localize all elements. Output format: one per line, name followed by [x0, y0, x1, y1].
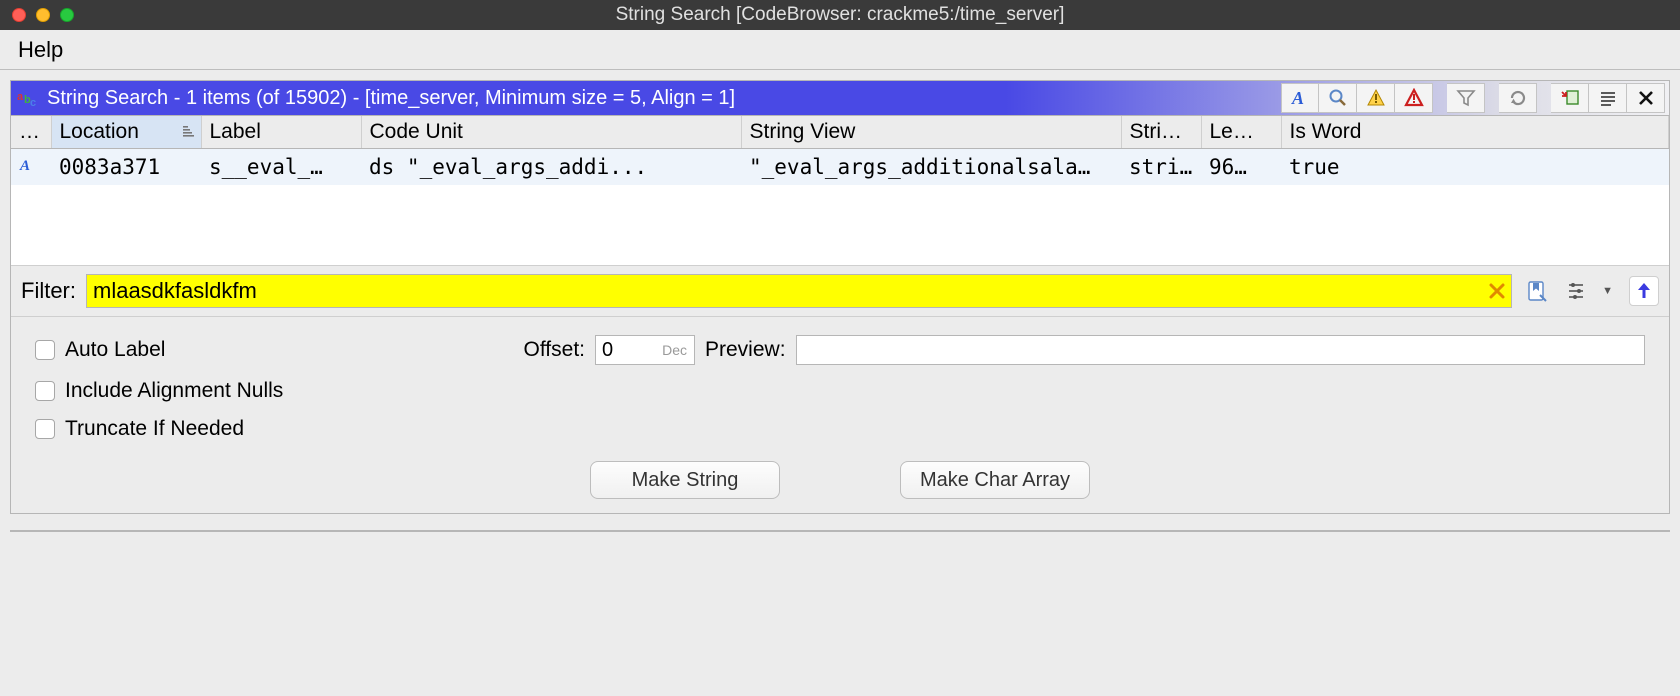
action-button-row: Make String Make Char Array	[35, 461, 1645, 499]
row-string-view: "_eval_args_additionalsala…	[741, 149, 1121, 186]
table-empty-area[interactable]	[11, 185, 1669, 265]
menubar: Help	[0, 30, 1680, 70]
svg-text:A: A	[1291, 88, 1304, 108]
toggle-font-a-icon[interactable]: A	[1281, 83, 1319, 113]
titlebar[interactable]: String Search [CodeBrowser: crackme5:/ti…	[0, 0, 1680, 30]
warning-outline-icon[interactable]	[1357, 83, 1395, 113]
clear-filter-icon[interactable]	[1488, 282, 1506, 300]
filter-label: Filter:	[21, 278, 76, 304]
close-panel-icon[interactable]	[1627, 83, 1665, 113]
filter-funnel-icon[interactable]	[1447, 83, 1485, 113]
checkbox-icon	[35, 419, 55, 439]
col-string-view[interactable]: String View	[741, 116, 1121, 149]
panel-toolbar: A	[1281, 83, 1665, 113]
col-label[interactable]: Label	[201, 116, 361, 149]
close-window-button[interactable]	[12, 8, 26, 22]
panel-header: a b c String Search - 1 items (of 15902)…	[11, 81, 1669, 115]
col-defined-icon[interactable]: …	[11, 116, 51, 149]
panel-title: String Search - 1 items (of 15902) - [ti…	[47, 87, 735, 110]
content-frame: a b c String Search - 1 items (of 15902)…	[0, 70, 1680, 696]
navigate-up-icon[interactable]	[1629, 276, 1659, 306]
ghidra-string-search-window: String Search [CodeBrowser: crackme5:/ti…	[0, 0, 1680, 696]
preview-row: Preview:	[705, 335, 1645, 365]
col-location-label: Location	[60, 120, 139, 143]
make-char-array-label: Make Char Array	[920, 469, 1070, 492]
col-code-unit[interactable]: Code Unit	[361, 116, 741, 149]
filter-options-chevron-icon[interactable]: ▼	[1602, 285, 1613, 297]
truncate-text: Truncate If Needed	[65, 417, 244, 441]
col-length[interactable]: Le…	[1201, 116, 1281, 149]
row-length: 96…	[1201, 149, 1281, 186]
row-defined-icon: A	[11, 149, 51, 186]
help-menu[interactable]: Help	[12, 33, 69, 67]
row-location: 0083a371	[51, 149, 201, 186]
make-string-label: Make String	[632, 469, 739, 492]
offset-mode-label[interactable]: Dec	[662, 342, 687, 358]
col-location[interactable]: Location	[51, 116, 201, 149]
make-char-array-button[interactable]: Make Char Array	[900, 461, 1090, 499]
offset-row: Offset: Dec	[465, 335, 695, 365]
lines-icon[interactable]	[1589, 83, 1627, 113]
preview-label: Preview:	[705, 338, 786, 362]
auto-label-text: Auto Label	[65, 338, 165, 362]
minimize-window-button[interactable]	[36, 8, 50, 22]
row-code-unit: ds "_eval_args_addi...	[361, 149, 741, 186]
magnifier-icon[interactable]	[1319, 83, 1357, 113]
truncate-if-needed-checkbox[interactable]: Truncate If Needed	[35, 417, 455, 441]
row-is-word: true	[1281, 149, 1669, 186]
options-panel: Auto Label Offset: Dec Preview: Include …	[11, 316, 1669, 513]
col-string-type[interactable]: Stri…	[1121, 116, 1201, 149]
row-string-type: stri…	[1121, 149, 1201, 186]
warning-filled-icon[interactable]	[1395, 83, 1433, 113]
filter-row: Filter: ▼	[11, 265, 1669, 316]
inner-panel: a b c String Search - 1 items (of 15902)…	[10, 80, 1670, 514]
results-table: … Location Label Code Unit String View S…	[11, 115, 1669, 265]
svg-text:A: A	[19, 158, 30, 173]
auto-label-checkbox[interactable]: Auto Label	[35, 335, 455, 365]
filter-history-icon[interactable]	[1522, 276, 1552, 306]
filter-input[interactable]	[86, 274, 1512, 308]
table-header-row: … Location Label Code Unit String View S…	[11, 116, 1669, 149]
selection-icon[interactable]	[1551, 83, 1589, 113]
zoom-window-button[interactable]	[60, 8, 74, 22]
status-bar	[10, 530, 1670, 570]
table-row[interactable]: A 0083a371 s__eval_… ds "_eval_args_addi…	[11, 149, 1669, 186]
refresh-icon[interactable]	[1499, 83, 1537, 113]
preview-field	[796, 335, 1645, 365]
traffic-lights	[12, 8, 74, 22]
filter-input-wrap	[86, 274, 1512, 308]
include-nulls-text: Include Alignment Nulls	[65, 379, 283, 403]
abc-strings-icon: a b c	[17, 88, 39, 108]
checkbox-icon	[35, 340, 55, 360]
sort-asc-icon	[181, 120, 195, 144]
make-string-button[interactable]: Make String	[590, 461, 780, 499]
svg-text:a: a	[17, 91, 24, 103]
offset-label: Offset:	[524, 338, 585, 362]
col-is-word[interactable]: Is Word	[1281, 116, 1669, 149]
window-title: String Search [CodeBrowser: crackme5:/ti…	[0, 4, 1680, 26]
filter-options-icon[interactable]	[1562, 276, 1592, 306]
row-label: s__eval_…	[201, 149, 361, 186]
include-alignment-nulls-checkbox[interactable]: Include Alignment Nulls	[35, 379, 455, 403]
svg-text:c: c	[30, 97, 36, 108]
checkbox-icon	[35, 381, 55, 401]
